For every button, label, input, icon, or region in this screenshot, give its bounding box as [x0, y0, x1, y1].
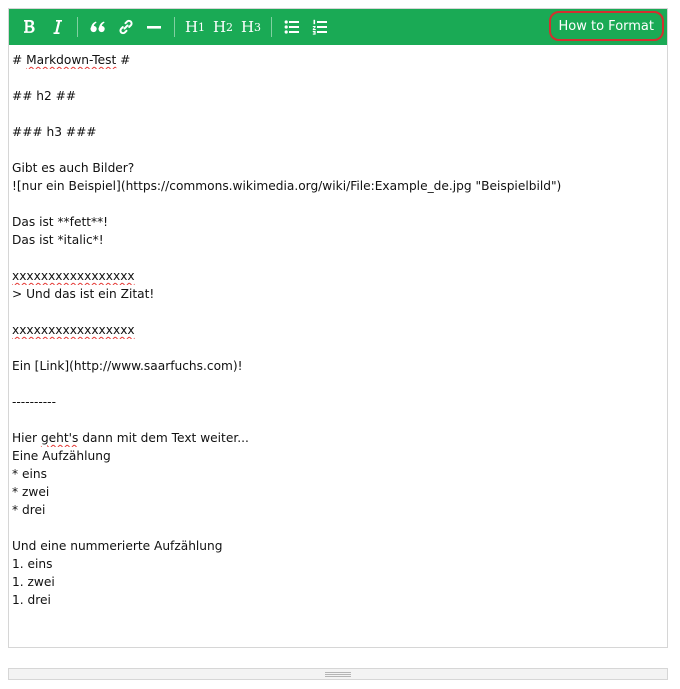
heading-1-level: 1 — [198, 20, 206, 34]
resize-handle[interactable] — [8, 668, 668, 680]
quote-icon — [90, 21, 105, 33]
horizontal-rule-button[interactable] — [140, 13, 168, 41]
heading-2-button[interactable]: H2 — [209, 13, 237, 41]
line-text: 1. zwei — [12, 575, 55, 589]
line-text: 1. eins — [12, 557, 53, 571]
markdown-textarea[interactable]: # Markdown-Test # ## h2 ## ### h3 ### Gibt … — [9, 45, 667, 647]
line-text: * eins — [12, 467, 47, 481]
line-text: Und eine nummerierte Aufzählung — [12, 539, 223, 553]
bullet-list-button[interactable] — [278, 13, 306, 41]
heading-1-label: H — [184, 18, 199, 36]
editor-line: xxxxxxxxxxxxxxxxx — [12, 321, 663, 339]
editor-line: Gibt es auch Bilder? — [12, 159, 663, 177]
editor-line: Das ist **fett**! — [12, 213, 663, 231]
line-text: Das ist *italic*! — [12, 233, 104, 247]
line-text: ## h2 ## — [12, 89, 77, 103]
grip-icon — [325, 671, 351, 677]
line-text: * drei — [12, 503, 46, 517]
editor-line: > Und das ist ein Zitat! — [12, 285, 663, 303]
how-to-format-button[interactable]: How to Format — [548, 11, 664, 41]
line-text: Das ist **fett**! — [12, 215, 109, 229]
numbered-list-button[interactable] — [306, 13, 334, 41]
heading-3-button[interactable]: H3 — [237, 13, 265, 41]
markdown-editor: H1 H2 H3 How to Format # Markdown-Test #… — [8, 8, 668, 648]
editor-line: ---------- — [12, 393, 663, 411]
editor-line: ![nur ein Beispiel](https://commons.wiki… — [12, 177, 663, 195]
line-text: Gibt es auch Bilder? — [12, 161, 135, 175]
editor-line: Und eine nummerierte Aufzählung — [12, 537, 663, 555]
line-text: # — [12, 53, 27, 67]
editor-line: * eins — [12, 465, 663, 483]
editor-line: Ein [Link](http://www.saarfuchs.com)! — [12, 357, 663, 375]
link-button[interactable] — [112, 13, 140, 41]
line-text: Eine Aufzählung — [12, 449, 111, 463]
horizontal-rule-icon — [147, 26, 161, 29]
line-text: 1. drei — [12, 593, 51, 607]
line-text: ### h3 ### — [12, 125, 97, 139]
heading-2-level: 2 — [226, 20, 234, 34]
misspelled-word: xxxxxxxxxxxxxxxxx — [12, 323, 135, 337]
heading-3-label: H — [240, 18, 255, 36]
toolbar-divider — [77, 17, 78, 37]
editor-line: Eine Aufzählung — [12, 447, 663, 465]
line-text: > Und das ist ein Zitat! — [12, 287, 155, 301]
heading-1-button[interactable]: H1 — [181, 13, 209, 41]
line-text: ---------- — [12, 395, 56, 409]
editor-line: * drei — [12, 501, 663, 519]
line-text: # — [116, 53, 131, 67]
editor-line: ## h2 ## — [12, 87, 663, 105]
editor-toolbar: H1 H2 H3 How to Format — [9, 9, 667, 45]
line-text: Ein [Link](http://www.saarfuchs.com)! — [12, 359, 243, 373]
numbered-list-icon — [312, 19, 327, 35]
toolbar-divider — [174, 17, 175, 37]
editor-line: * zwei — [12, 483, 663, 501]
link-icon — [119, 19, 133, 35]
line-text: * zwei — [12, 485, 50, 499]
editor-line: Hier geht's dann mit dem Text weiter... — [12, 429, 663, 447]
editor-line: xxxxxxxxxxxxxxxxx — [12, 267, 663, 285]
heading-3-level: 3 — [254, 20, 262, 34]
editor-line: 1. drei — [12, 591, 663, 609]
editor-line: # Markdown-Test # — [12, 51, 663, 69]
bold-button[interactable] — [15, 13, 43, 41]
italic-button[interactable] — [43, 13, 71, 41]
misspelled-word: geht's — [40, 431, 79, 445]
editor-line: 1. zwei — [12, 573, 663, 591]
heading-2-label: H — [212, 18, 227, 36]
quote-button[interactable] — [84, 13, 112, 41]
editor-line: 1. eins — [12, 555, 663, 573]
line-text: ![nur ein Beispiel](https://commons.wiki… — [12, 179, 562, 193]
toolbar-divider — [271, 17, 272, 37]
bold-icon — [24, 20, 35, 33]
editor-line: Das ist *italic*! — [12, 231, 663, 249]
misspelled-word: Markdown-Test — [26, 53, 117, 67]
misspelled-word: xxxxxxxxxxxxxxxxx — [12, 269, 135, 283]
italic-icon — [53, 20, 62, 34]
bullet-list-icon — [284, 20, 299, 34]
line-text: Hier — [12, 431, 41, 445]
line-text: dann mit dem Text weiter... — [78, 431, 249, 445]
editor-line: ### h3 ### — [12, 123, 663, 141]
